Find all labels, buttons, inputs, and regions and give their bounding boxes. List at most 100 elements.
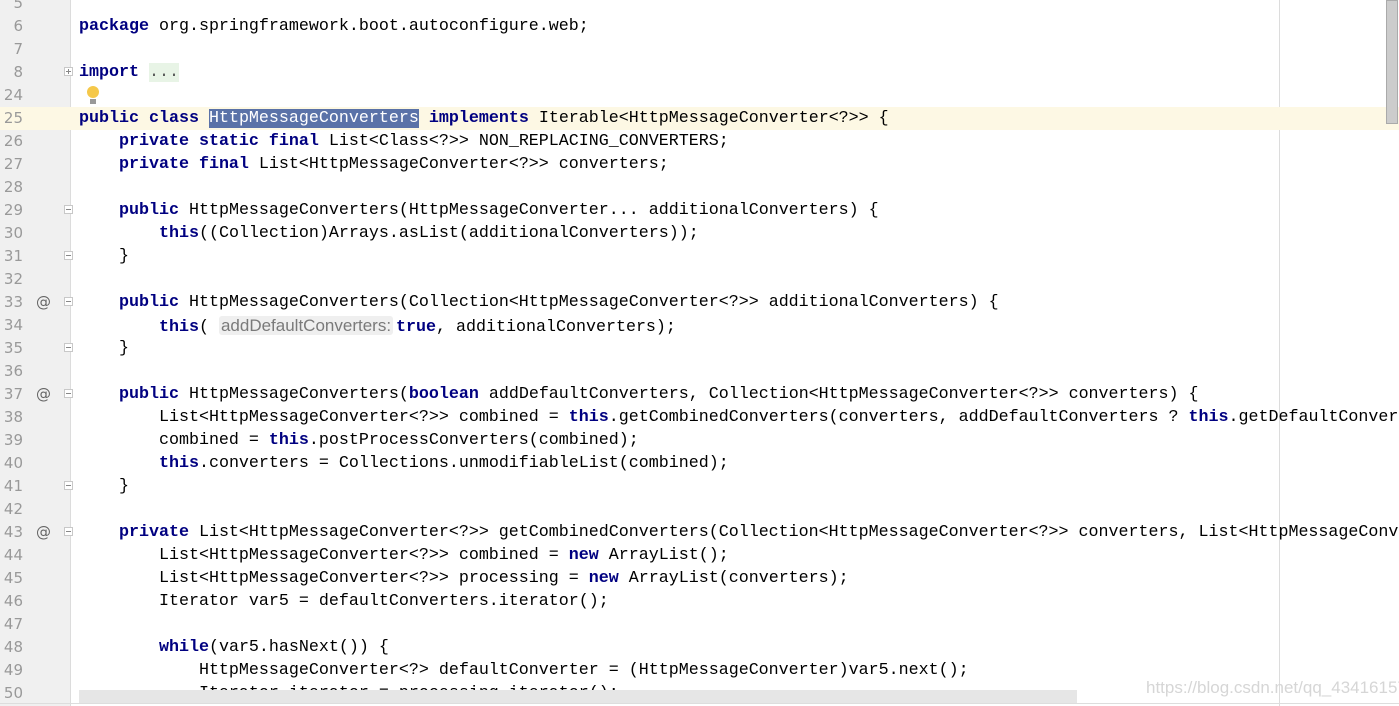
collapse-fold-icon[interactable] bbox=[64, 297, 73, 306]
code-line[interactable]: 25 public class HttpMessageConverters imp… bbox=[0, 107, 1399, 130]
code-token: Iterator var5 = defaultConverters.iterat… bbox=[79, 592, 609, 611]
line-number: 33 bbox=[3, 293, 23, 311]
code-token: HttpMessageConverter<?> defaultConverter… bbox=[79, 661, 969, 680]
code-line[interactable]: 29 public HttpMessageConverters(HttpMess… bbox=[0, 199, 1399, 222]
code-line[interactable]: 26 private static final List<Class<?>> N… bbox=[0, 130, 1399, 153]
code-line[interactable]: 43 @ private List<HttpMessageConverter<?>… bbox=[0, 521, 1399, 544]
line-number: 44 bbox=[3, 546, 23, 564]
collapse-fold-icon[interactable] bbox=[64, 343, 73, 352]
code-line[interactable]: 44 List<HttpMessageConverter<?>> combine… bbox=[0, 544, 1399, 567]
keyword: package bbox=[79, 17, 149, 36]
code-token: ArrayList(); bbox=[598, 546, 729, 565]
code-token: .converters = Collections.unmodifiableLi… bbox=[198, 454, 729, 473]
code-line[interactable]: 40 this.converters = Collections.unmodif… bbox=[0, 452, 1399, 475]
code-token: } bbox=[79, 339, 129, 358]
code-line[interactable]: 7 bbox=[0, 38, 1399, 61]
code-line[interactable]: 48 while(var5.hasNext()) { bbox=[0, 636, 1399, 659]
code-line[interactable]: 46 Iterator var5 = defaultConverters.ite… bbox=[0, 590, 1399, 613]
code-token: org.springframework.boot.autoconfigure.w… bbox=[148, 17, 589, 36]
code-text: public HttpMessageConverters(boolean add… bbox=[79, 383, 1199, 406]
code-token: .getCombinedConverters(converters, addDe… bbox=[608, 408, 1189, 427]
code-line[interactable]: 8 import ... bbox=[0, 61, 1399, 84]
code-text: public HttpMessageConverters(Collection<… bbox=[79, 291, 999, 314]
code-text: List<HttpMessageConverter<?>> combined =… bbox=[79, 406, 1398, 429]
code-line[interactable]: 27 private final List<HttpMessageConvert… bbox=[0, 153, 1399, 176]
expand-fold-icon[interactable] bbox=[64, 67, 73, 76]
lightbulb-icon[interactable] bbox=[87, 86, 99, 104]
keyword: public bbox=[118, 293, 179, 312]
code-text: private static final List<Class<?>> NON_… bbox=[79, 130, 729, 153]
code-line[interactable]: 47 bbox=[0, 613, 1399, 636]
code-token: ((Collection)Arrays.asList(additionalCon… bbox=[198, 224, 699, 243]
code-token: List<HttpMessageConverter<?>> getCombine… bbox=[188, 523, 1399, 542]
line-number: 41 bbox=[3, 477, 23, 495]
code-token: ArrayList(converters); bbox=[618, 569, 849, 588]
line-number: 32 bbox=[3, 270, 23, 288]
code-line[interactable]: 32 bbox=[0, 268, 1399, 291]
code-text: this.converters = Collections.unmodifiab… bbox=[79, 452, 729, 475]
collapse-fold-icon[interactable] bbox=[64, 481, 73, 490]
code-editor[interactable]: 5 6 package org.springframework.boot.autoc… bbox=[0, 0, 1399, 705]
line-number: 31 bbox=[3, 247, 23, 265]
collapse-fold-icon[interactable] bbox=[64, 389, 73, 398]
code-line[interactable]: 35 } bbox=[0, 337, 1399, 360]
line-number: 47 bbox=[3, 615, 23, 633]
code-text: private List<HttpMessageConverter<?>> ge… bbox=[79, 521, 1398, 544]
line-number: 24 bbox=[3, 86, 23, 104]
code-token: ( bbox=[198, 318, 219, 337]
line-number: 28 bbox=[3, 178, 23, 196]
line-number: 7 bbox=[13, 40, 23, 58]
collapse-fold-icon[interactable] bbox=[64, 205, 73, 214]
override-marker-icon[interactable]: @ bbox=[36, 291, 51, 314]
code-line[interactable]: 37 @ public HttpMessageConverters(boolean… bbox=[0, 383, 1399, 406]
code-line[interactable]: 34 this( addDefaultConverters: true, addi… bbox=[0, 314, 1399, 337]
code-line[interactable]: 30 this((Collection)Arrays.asList(additi… bbox=[0, 222, 1399, 245]
collapse-fold-icon[interactable] bbox=[64, 251, 73, 260]
keyword: this bbox=[158, 224, 199, 243]
collapse-fold-icon[interactable] bbox=[64, 527, 73, 536]
code-text: package org.springframework.boot.autocon… bbox=[79, 15, 589, 38]
code-line[interactable]: 39 combined = this.postProcessConverters… bbox=[0, 429, 1399, 452]
line-number: 27 bbox=[3, 155, 23, 173]
code-line[interactable]: 24 bbox=[0, 84, 1399, 107]
line-number: 39 bbox=[3, 431, 23, 449]
code-line[interactable]: 45 List<HttpMessageConverter<?>> process… bbox=[0, 567, 1399, 590]
code-token: HttpMessageConverters( bbox=[178, 385, 409, 404]
code-text: private final List<HttpMessageConverter<… bbox=[79, 153, 669, 176]
code-text: this((Collection)Arrays.asList(additiona… bbox=[79, 222, 699, 245]
line-number: 29 bbox=[3, 201, 23, 219]
line-number: 8 bbox=[13, 63, 23, 81]
keyword: this bbox=[158, 318, 199, 337]
line-number: 30 bbox=[3, 224, 23, 242]
override-marker-icon[interactable]: @ bbox=[36, 521, 51, 544]
horizontal-scrollbar[interactable] bbox=[79, 690, 1077, 703]
line-number: 36 bbox=[3, 362, 23, 380]
line-number: 38 bbox=[3, 408, 23, 426]
code-line[interactable]: 33 @ public HttpMessageConverters(Collect… bbox=[0, 291, 1399, 314]
code-line[interactable]: 38 List<HttpMessageConverter<?>> combine… bbox=[0, 406, 1399, 429]
code-line[interactable]: 36 bbox=[0, 360, 1399, 383]
code-text: this( addDefaultConverters: true, additio… bbox=[79, 314, 676, 339]
code-token: List<Class<?>> NON_REPLACING_CONVERTERS; bbox=[318, 132, 729, 151]
code-token: combined = bbox=[79, 431, 269, 450]
keyword: public bbox=[118, 385, 179, 404]
keyword: new bbox=[568, 546, 599, 565]
divider bbox=[0, 703, 1399, 704]
code-line[interactable]: 6 package org.springframework.boot.autoco… bbox=[0, 15, 1399, 38]
code-line[interactable]: 41 } bbox=[0, 475, 1399, 498]
override-marker-icon[interactable]: @ bbox=[36, 383, 51, 406]
line-number: 26 bbox=[3, 132, 23, 150]
folded-imports[interactable]: ... bbox=[148, 63, 179, 82]
selected-text: HttpMessageConverters bbox=[208, 109, 419, 128]
code-line[interactable]: 28 bbox=[0, 176, 1399, 199]
keyword: public class bbox=[79, 109, 199, 128]
vertical-scrollbar[interactable] bbox=[1386, 0, 1398, 124]
parameter-hint: addDefaultConverters: bbox=[218, 316, 394, 335]
code-line[interactable]: 31 } bbox=[0, 245, 1399, 268]
code-line[interactable]: 42 bbox=[0, 498, 1399, 521]
code-line[interactable]: 5 bbox=[0, 0, 1399, 15]
